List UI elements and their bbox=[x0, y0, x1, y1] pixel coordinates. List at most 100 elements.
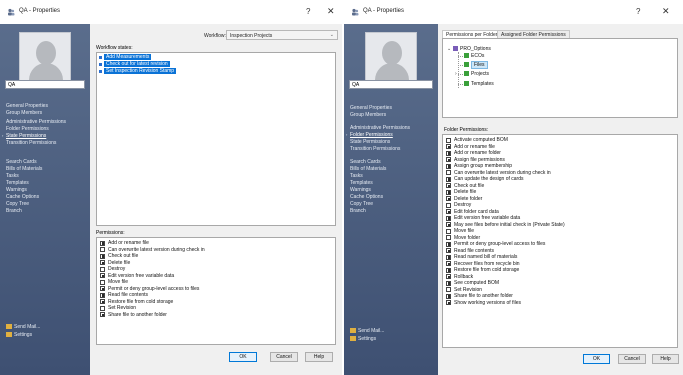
close-button[interactable]: ✕ bbox=[662, 6, 670, 17]
sidebar-item-copy-tree[interactable]: Copy Tree bbox=[6, 201, 29, 207]
sidebar-item-warnings[interactable]: Warnings bbox=[350, 187, 371, 193]
permission-checkbox[interactable] bbox=[446, 209, 451, 215]
permission-checkbox[interactable] bbox=[100, 266, 105, 272]
permission-checkbox[interactable] bbox=[446, 222, 451, 228]
permission-checkbox[interactable] bbox=[100, 240, 105, 246]
permission-checkbox[interactable] bbox=[446, 267, 451, 273]
sidebar-item-copy-tree[interactable]: Copy Tree bbox=[350, 201, 373, 207]
folder-icon bbox=[464, 71, 469, 76]
send-mail-link[interactable]: Send Mail... bbox=[350, 328, 384, 334]
permission-checkbox[interactable] bbox=[446, 261, 451, 267]
permission-checkbox[interactable] bbox=[446, 241, 451, 247]
user-name-field[interactable]: QA bbox=[5, 80, 85, 89]
tree-node-projects[interactable]: Projects bbox=[464, 71, 489, 77]
permission-checkbox[interactable] bbox=[446, 274, 451, 280]
permission-checkbox[interactable] bbox=[446, 235, 451, 241]
workflow-state-item[interactable]: Set Inspection Revision Stamp bbox=[98, 68, 177, 74]
sidebar-item-templates[interactable]: Templates bbox=[350, 180, 373, 186]
sidebar-item-bills-of-materials[interactable]: Bills of Materials bbox=[350, 166, 386, 172]
help-button[interactable]: ? bbox=[306, 7, 310, 16]
permission-checkbox[interactable] bbox=[100, 286, 105, 292]
permission-checkbox[interactable] bbox=[100, 260, 105, 266]
permission-checkbox[interactable] bbox=[100, 292, 105, 298]
sidebar-item-bills-of-materials[interactable]: Bills of Materials bbox=[6, 166, 42, 172]
permission-checkbox[interactable] bbox=[446, 202, 451, 208]
cancel-button[interactable]: Cancel bbox=[618, 354, 646, 364]
sidebar-item-general-properties[interactable]: General Properties bbox=[6, 103, 48, 109]
permission-row: Share file to another folder bbox=[100, 312, 205, 319]
permission-checkbox[interactable] bbox=[446, 293, 451, 299]
permission-checkbox[interactable] bbox=[446, 215, 451, 221]
workflow-states-list[interactable]: Add Measurements Check out for latest rev… bbox=[96, 52, 336, 226]
chevron-down-icon[interactable]: ⌄ bbox=[447, 46, 451, 52]
permission-checkbox[interactable] bbox=[446, 183, 451, 189]
sidebar-item-administrative-permissions[interactable]: Administrative Permissions bbox=[6, 119, 66, 125]
tree-node-ecos[interactable]: ECOs bbox=[464, 53, 484, 59]
tab-assigned-folder-permissions[interactable]: Assigned Folder Permissions bbox=[497, 30, 570, 38]
permission-checkbox[interactable] bbox=[446, 189, 451, 195]
permission-checkbox[interactable] bbox=[446, 248, 451, 254]
sidebar-item-cache-options[interactable]: Cache Options bbox=[350, 194, 383, 200]
sidebar-item-branch[interactable]: Branch bbox=[6, 208, 22, 214]
sidebar-item-branch[interactable]: Branch bbox=[350, 208, 366, 214]
permission-checkbox[interactable] bbox=[446, 137, 451, 143]
avatar-head-shape bbox=[382, 41, 402, 65]
sidebar-item-state-permissions[interactable]: State Permissions bbox=[6, 133, 46, 139]
permission-checkbox[interactable] bbox=[446, 280, 451, 286]
tree-node-templates[interactable]: Templates bbox=[464, 81, 494, 87]
workflow-state-item[interactable]: Check out for latest revision bbox=[98, 61, 176, 67]
permission-checkbox[interactable] bbox=[446, 228, 451, 234]
workflow-dropdown[interactable]: Inspection Projects ⌄ bbox=[226, 30, 338, 40]
permission-checkbox[interactable] bbox=[446, 150, 451, 156]
help-button[interactable]: ? bbox=[636, 7, 640, 16]
help-dialog-button[interactable]: Help bbox=[305, 352, 333, 362]
permission-checkbox[interactable] bbox=[446, 144, 451, 150]
sidebar-item-state-permissions[interactable]: State Permissions bbox=[350, 139, 390, 145]
workflow-state-item[interactable]: Add Measurements bbox=[98, 54, 176, 60]
settings-link[interactable]: Settings bbox=[350, 336, 376, 342]
sidebar-item-tasks[interactable]: Tasks bbox=[350, 173, 363, 179]
title-bar: QA - Properties ? ✕ bbox=[344, 0, 683, 24]
ok-button[interactable]: OK bbox=[583, 354, 610, 364]
permission-checkbox[interactable] bbox=[446, 163, 451, 169]
ok-button[interactable]: OK bbox=[229, 352, 257, 362]
permission-checkbox[interactable] bbox=[100, 279, 105, 285]
permission-checkbox[interactable] bbox=[100, 253, 105, 259]
sidebar-item-search-cards[interactable]: Search Cards bbox=[350, 159, 381, 165]
sidebar-item-folder-permissions[interactable]: Folder Permissions bbox=[6, 126, 49, 132]
sidebar-item-tasks[interactable]: Tasks bbox=[6, 173, 19, 179]
sidebar-item-transition-permissions[interactable]: Transition Permissions bbox=[350, 146, 400, 152]
permission-checkbox[interactable] bbox=[100, 273, 105, 279]
permission-label: Show working versions of files bbox=[454, 299, 521, 306]
permission-checkbox[interactable] bbox=[446, 287, 451, 293]
sidebar-item-cache-options[interactable]: Cache Options bbox=[6, 194, 39, 200]
send-mail-link[interactable]: Send Mail... bbox=[6, 324, 40, 330]
help-dialog-button[interactable]: Help bbox=[652, 354, 679, 364]
tab-permissions-per-folder[interactable]: Permissions per Folder bbox=[442, 30, 502, 38]
permission-checkbox[interactable] bbox=[100, 299, 105, 305]
chevron-right-icon[interactable]: › bbox=[455, 71, 457, 77]
permission-checkbox[interactable] bbox=[446, 157, 451, 163]
sidebar-item-transition-permissions[interactable]: Transition Permissions bbox=[6, 140, 56, 146]
permission-checkbox[interactable] bbox=[446, 254, 451, 260]
sidebar-item-administrative-permissions[interactable]: Administrative Permissions bbox=[350, 125, 410, 131]
sidebar-item-general-properties[interactable]: General Properties bbox=[350, 105, 392, 111]
tree-node-files[interactable]: Files bbox=[464, 61, 488, 69]
sidebar-item-group-members[interactable]: Group Members bbox=[350, 112, 386, 118]
permission-checkbox[interactable] bbox=[446, 176, 451, 182]
permission-checkbox[interactable] bbox=[446, 196, 451, 202]
sidebar-item-group-members[interactable]: Group Members bbox=[6, 110, 42, 116]
permission-checkbox[interactable] bbox=[446, 300, 451, 306]
permission-checkbox[interactable] bbox=[100, 305, 105, 311]
sidebar-item-folder-permissions[interactable]: Folder Permissions bbox=[350, 132, 393, 138]
permission-checkbox[interactable] bbox=[100, 247, 105, 253]
sidebar-item-templates[interactable]: Templates bbox=[6, 180, 29, 186]
user-name-field[interactable]: QA bbox=[349, 80, 433, 89]
cancel-button[interactable]: Cancel bbox=[270, 352, 298, 362]
settings-link[interactable]: Settings bbox=[6, 332, 32, 338]
close-button[interactable]: ✕ bbox=[327, 6, 335, 17]
sidebar-item-search-cards[interactable]: Search Cards bbox=[6, 159, 37, 165]
permission-checkbox[interactable] bbox=[446, 170, 451, 176]
sidebar-item-warnings[interactable]: Warnings bbox=[6, 187, 27, 193]
permission-checkbox[interactable] bbox=[100, 312, 105, 318]
